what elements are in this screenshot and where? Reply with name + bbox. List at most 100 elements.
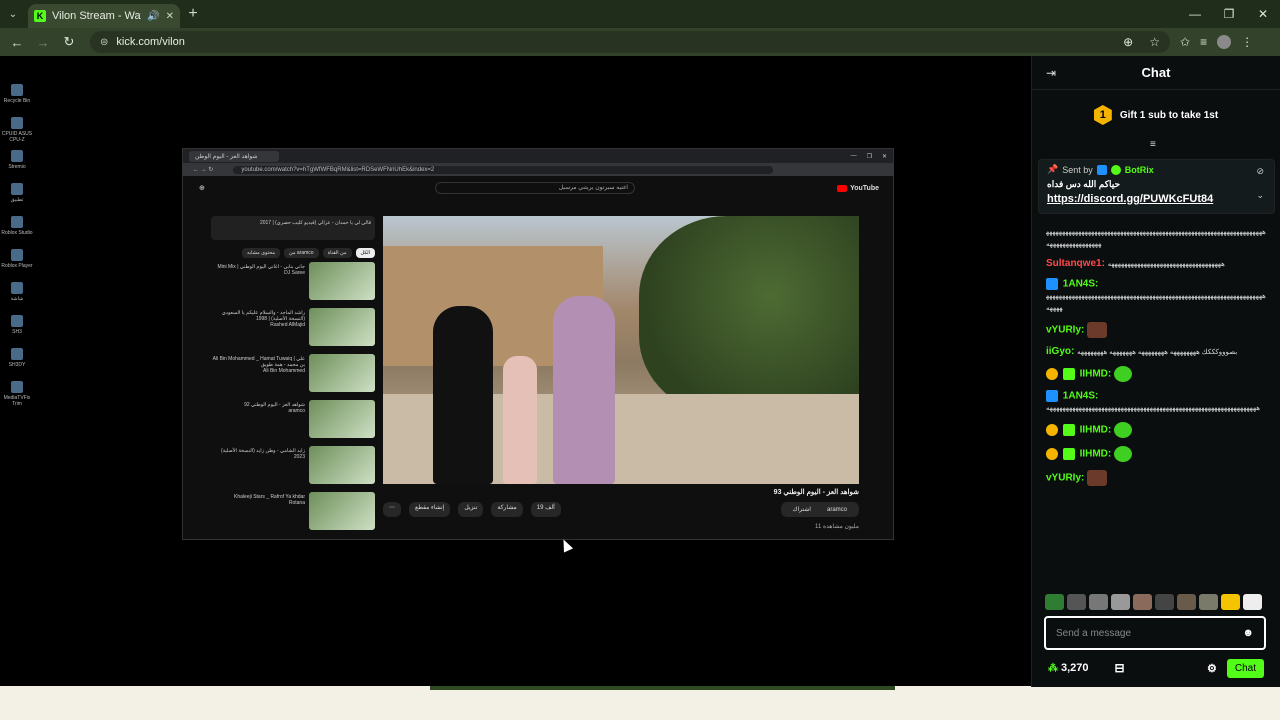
tab-title: Vilon Stream - Watch Live o xyxy=(52,10,141,22)
restore-icon[interactable]: ❐ xyxy=(1212,7,1246,21)
rec-item: شواهد العز - اليوم الوطني 92 aramco xyxy=(211,400,375,442)
video-actions: ⋯ إنشاء مقطع تنزيل مشاركة 19 ألف اشتراك a… xyxy=(383,502,859,517)
gift-sub-banner[interactable]: 1 Gift 1 sub to take 1st xyxy=(1032,90,1280,140)
youtube-player xyxy=(383,216,859,484)
audio-icon[interactable]: 🔊 xyxy=(147,11,159,22)
bot-badge-icon xyxy=(1110,164,1121,175)
chat-username[interactable]: 1AN4S: xyxy=(1063,279,1099,290)
chevron-down-icon[interactable]: ≡ xyxy=(1150,139,1156,150)
emote-icon[interactable] xyxy=(1045,594,1064,610)
rec-item: Khaleeji Stars _ Rafrof Ya khdar Rotana xyxy=(211,492,375,534)
chat-message: iiGyo: بصوووكككك ههههههههه ههههههههه ههه… xyxy=(1046,346,1238,357)
desktop-icon: Recycle Bin xyxy=(0,84,34,117)
pinned-message: 📌 Sent by BotRix حياكم الله دس فداه http… xyxy=(1038,159,1275,214)
menu-icon[interactable]: ⋮ xyxy=(1241,35,1253,49)
youtube-search: اغنيه سبرتون يريتني مرسيل xyxy=(434,182,635,194)
send-chat-button[interactable]: Chat xyxy=(1226,658,1264,678)
emote-icon[interactable] xyxy=(1067,594,1086,610)
pinned-link[interactable]: https://discord.gg/PUWKcFUt84 xyxy=(1047,193,1266,205)
close-tab-icon[interactable]: ✕ xyxy=(166,11,174,22)
emote-icon[interactable] xyxy=(1111,594,1130,610)
chat-message: IIHMD: xyxy=(1046,366,1268,382)
pin-icon: 📌 xyxy=(1047,164,1059,174)
back-icon[interactable]: ← xyxy=(6,35,28,50)
sub-badge-icon xyxy=(1046,424,1058,436)
video-browser-tabbar: شواهد العز - اليوم الوطن — ❐ ✕ xyxy=(183,149,893,163)
site-info-icon[interactable]: ⊜ xyxy=(100,37,108,48)
action-button: مشاركة xyxy=(491,502,523,517)
chip-row: محتوى مشابه من aramco من القناة الكل xyxy=(211,248,375,258)
chat-message-input[interactable]: Send a message ☻ xyxy=(1044,616,1266,650)
rec-thumbnail xyxy=(309,446,375,484)
emote-icon xyxy=(1114,366,1133,382)
video-address-bar: ← → ↻ youtube.com/watch?v=hTgWfWFBqRM&li… xyxy=(183,163,893,176)
zoom-icon[interactable]: ⊕ xyxy=(1123,35,1133,49)
media-icon[interactable]: ≡ xyxy=(1200,35,1207,49)
chat-message: vYURIy: xyxy=(1046,322,1268,338)
chat-username[interactable]: iiGyo: xyxy=(1046,346,1074,357)
rec-thumbnail xyxy=(309,492,375,530)
rec-item: زايد الشامي - وطن زايد (النسخة الأصلية) … xyxy=(211,446,375,488)
action-button: تنزيل xyxy=(458,502,484,517)
chat-message: هههههههههههههههههههههههههههههههههههههههه… xyxy=(1046,229,1266,248)
emote-icon[interactable] xyxy=(1155,594,1174,610)
close-window-icon[interactable]: ✕ xyxy=(1246,7,1280,21)
emote-icon[interactable] xyxy=(1243,594,1262,610)
chat-username[interactable]: vYURIy: xyxy=(1046,325,1084,336)
chat-username[interactable]: IIHMD: xyxy=(1080,369,1112,380)
url-field[interactable]: ⊜ kick.com/vilon ⊕ ☆ xyxy=(90,31,1170,53)
chat-message: 1AN4S: ههههههههههههههههههههههههههههههههه… xyxy=(1046,390,1260,412)
desktop-icon: تطبيق xyxy=(0,183,34,216)
tab-search-icon[interactable]: ⌄ xyxy=(0,0,26,28)
address-bar-row: ← → ↻ ⊜ kick.com/vilon ⊕ ☆ ✩ ≡ ⋮ xyxy=(0,28,1280,56)
desktop-icon: Stremio xyxy=(0,150,34,183)
gift-text: Gift 1 sub to take 1st xyxy=(1119,109,1219,121)
emote-icon[interactable] xyxy=(1177,594,1196,610)
emote-icon[interactable] xyxy=(1133,594,1152,610)
gifter-badge-icon xyxy=(1062,424,1075,436)
emoji-icon[interactable]: ☻ xyxy=(1242,627,1254,639)
desktop-icon: CPUID ASUS CPU-Z xyxy=(0,117,34,150)
store-icon[interactable]: ⊟ xyxy=(1115,661,1125,675)
stream-video[interactable]: شواهد العز - اليوم الوطن — ❐ ✕ ← → ↻ youtu… xyxy=(182,148,894,540)
unpin-icon[interactable]: ⊘ xyxy=(1256,166,1264,177)
like-count: 19 ألف xyxy=(530,502,561,517)
emote-icon[interactable] xyxy=(1221,594,1240,610)
expand-pinned-icon[interactable]: ⌄ xyxy=(1256,190,1264,201)
bot-name: BotRix xyxy=(1124,164,1154,175)
gifter-badge-icon xyxy=(1062,368,1075,380)
reload-icon[interactable]: ↻ xyxy=(58,34,80,50)
youtube-page: ⊕ اغنيه سبرتون يريتني مرسيل YouTube قالي… xyxy=(183,176,893,539)
chat-username[interactable]: vYURIy: xyxy=(1046,473,1084,484)
minimize-icon[interactable]: — xyxy=(1178,7,1212,21)
browser-tabbar: ⌄ K Vilon Stream - Watch Live o 🔊 ✕ + — … xyxy=(0,0,1280,28)
chat-username[interactable]: IIHMD: xyxy=(1080,425,1112,436)
profile-avatar[interactable] xyxy=(1217,35,1232,49)
chat-username[interactable]: Sultanqwe1: xyxy=(1046,258,1105,269)
channel-name: aramco xyxy=(820,504,853,515)
verified-badge-icon xyxy=(1046,390,1058,402)
video-window-controls: — ❐ ✕ xyxy=(850,152,887,160)
rec-thumbnail xyxy=(309,308,375,346)
forward-icon[interactable]: → xyxy=(32,35,54,50)
collapse-chat-icon[interactable]: ⇥ xyxy=(1046,66,1056,80)
emote-icon xyxy=(1114,446,1133,462)
chat-username[interactable]: 1AN4S: xyxy=(1063,391,1099,402)
chat-title: Chat xyxy=(1141,65,1171,80)
chip: محتوى مشابه xyxy=(241,248,281,258)
emote-icon[interactable] xyxy=(1089,594,1108,610)
tab-kick[interactable]: K Vilon Stream - Watch Live o 🔊 ✕ xyxy=(28,4,180,28)
settings-gear-icon[interactable]: ⚙ xyxy=(1207,662,1217,675)
chip: من القناة xyxy=(322,248,352,258)
sent-by-label: Sent by xyxy=(1062,164,1093,175)
chat-footer: ⁂ 3,270 ⊟ ⚙ Chat xyxy=(1032,654,1280,682)
points-count[interactable]: 3,270 xyxy=(1061,662,1089,674)
create-icon: ⊕ xyxy=(199,185,205,192)
new-tab-button[interactable]: + xyxy=(180,5,206,23)
extensions-icon[interactable]: ✩ xyxy=(1180,35,1190,49)
chat-username[interactable]: IIHMD: xyxy=(1080,449,1112,460)
sub-badge-icon xyxy=(1046,448,1058,460)
chat-message: vYURIy: xyxy=(1046,470,1268,486)
bookmark-star-icon[interactable]: ☆ xyxy=(1149,35,1160,49)
emote-icon[interactable] xyxy=(1199,594,1218,610)
